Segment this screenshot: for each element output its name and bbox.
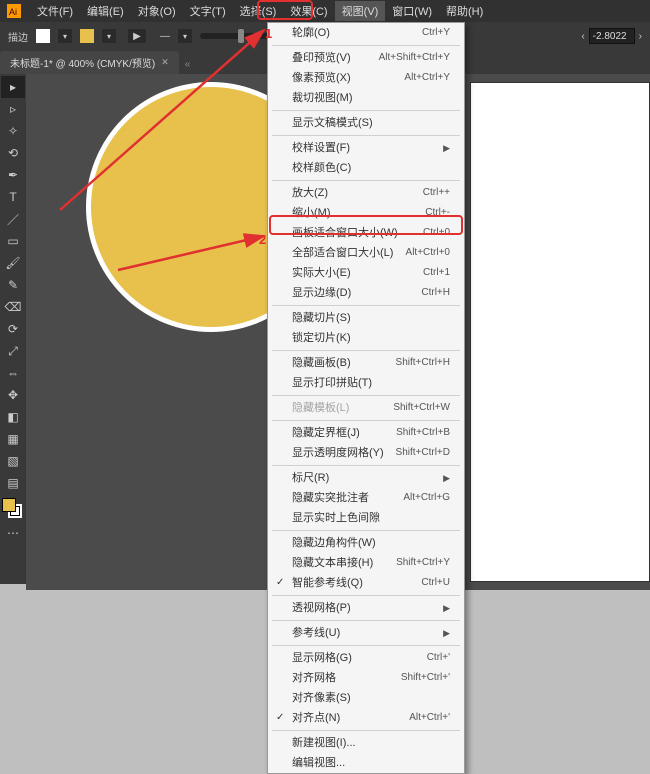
width-tool-icon[interactable]: ⇔ — [1, 362, 25, 384]
menu-item[interactable]: 实际大小(E)Ctrl+1 — [268, 263, 464, 283]
menu-file[interactable]: 文件(F) — [30, 1, 80, 21]
menu-item[interactable]: 画板适合窗口大小(W)Ctrl+0 — [268, 223, 464, 243]
menu-item[interactable]: 新建视图(I)... — [268, 733, 464, 753]
menu-window[interactable]: 窗口(W) — [385, 1, 439, 21]
menu-item[interactable]: 显示边缘(D)Ctrl+H — [268, 283, 464, 303]
menu-edit[interactable]: 编辑(E) — [80, 1, 131, 21]
menu-item[interactable]: 隐藏画板(B)Shift+Ctrl+H — [268, 353, 464, 373]
menu-item[interactable]: 放大(Z)Ctrl++ — [268, 183, 464, 203]
menu-item[interactable]: 校样颜色(C) — [268, 158, 464, 178]
eraser-tool-icon[interactable]: ⌫ — [1, 296, 25, 318]
menu-item[interactable]: 编辑视图... — [268, 753, 464, 773]
menu-item[interactable]: 智能参考线(Q)Ctrl+U — [268, 573, 464, 593]
menu-item[interactable]: 对齐网格Shift+Ctrl+' — [268, 668, 464, 688]
menu-item[interactable]: 缩小(M)Ctrl+- — [268, 203, 464, 223]
play-icon[interactable]: ▶ — [128, 29, 146, 43]
menubar: Ai 文件(F) 编辑(E) 对象(O) 文字(T) 选择(S) 效果(C) 视… — [0, 0, 650, 22]
menu-help[interactable]: 帮助(H) — [439, 1, 490, 21]
tab-close-icon[interactable]: ✕ — [161, 57, 169, 68]
line-tool-icon[interactable]: ／ — [1, 208, 25, 230]
menu-item[interactable]: 标尺(R)▶ — [268, 468, 464, 488]
menu-item[interactable]: 裁切视图(M) — [268, 88, 464, 108]
scale-tool-icon[interactable]: ⤢ — [1, 340, 25, 362]
menu-item[interactable]: 隐藏定界框(J)Shift+Ctrl+B — [268, 423, 464, 443]
fill-dropdown-icon[interactable]: ▾ — [58, 29, 72, 43]
stroke-swatch-icon[interactable] — [80, 29, 94, 43]
magic-wand-tool-icon[interactable]: ✧ — [1, 120, 25, 142]
numeric-field[interactable] — [589, 28, 635, 44]
lasso-tool-icon[interactable]: ⟲ — [1, 142, 25, 164]
dash-dropdown-icon[interactable]: ▾ — [178, 29, 192, 43]
chevron-left-icon[interactable]: ‹ — [581, 31, 584, 42]
menu-select[interactable]: 选择(S) — [233, 1, 284, 21]
annotation-number-2: 2 — [259, 232, 266, 247]
rectangle-tool-icon[interactable]: ▭ — [1, 230, 25, 252]
gradient-tool-icon[interactable]: ▤ — [1, 472, 25, 494]
menu-item[interactable]: 隐藏切片(S) — [268, 308, 464, 328]
toolbox: ▸ ▹ ✧ ⟲ ✒ T ／ ▭ 🖌 ✎ ⌫ ⟳ ⤢ ⇔ ✥ ◧ ▦ ▧ ▤ ⋯ — [0, 74, 26, 584]
free-transform-tool-icon[interactable]: ✥ — [1, 384, 25, 406]
pen-tool-icon[interactable]: ✒ — [1, 164, 25, 186]
menu-object[interactable]: 对象(O) — [131, 1, 183, 21]
stroke-dropdown-icon[interactable]: ▾ — [102, 29, 116, 43]
fill-swatch-icon[interactable] — [36, 29, 50, 43]
menu-item[interactable]: 显示透明度网格(Y)Shift+Ctrl+D — [268, 443, 464, 463]
menu-item[interactable]: 校样设置(F)▶ — [268, 138, 464, 158]
menu-item[interactable]: 轮廓(O)Ctrl+Y — [268, 23, 464, 43]
menu-item[interactable]: 锁定切片(K) — [268, 328, 464, 348]
stroke-label: 描边 — [8, 29, 28, 44]
more-tools-icon[interactable]: ⋯ — [1, 522, 25, 544]
selection-tool-icon[interactable]: ▸ — [1, 76, 25, 98]
menu-item[interactable]: 对齐点(N)Alt+Ctrl+' — [268, 708, 464, 728]
menu-item[interactable]: 对齐像素(S) — [268, 688, 464, 708]
rotate-tool-icon[interactable]: ⟳ — [1, 318, 25, 340]
menu-effect[interactable]: 效果(C) — [283, 1, 334, 21]
type-tool-icon[interactable]: T — [1, 186, 25, 208]
chevron-right-icon[interactable]: › — [639, 31, 642, 42]
shape-builder-tool-icon[interactable]: ◧ — [1, 406, 25, 428]
pencil-tool-icon[interactable]: ✎ — [1, 274, 25, 296]
menu-item[interactable]: 显示打印拼贴(T) — [268, 373, 464, 393]
brush-tool-icon[interactable]: 🖌 — [1, 252, 25, 274]
perspective-tool-icon[interactable]: ▦ — [1, 428, 25, 450]
menu-type[interactable]: 文字(T) — [183, 1, 233, 21]
menu-item[interactable]: 隐藏实突批注者Alt+Ctrl+G — [268, 488, 464, 508]
artboard[interactable] — [470, 82, 650, 582]
annotation-number-1: 1 — [265, 26, 272, 41]
menu-view[interactable]: 视图(V) — [335, 1, 386, 21]
menu-item[interactable]: 隐藏文本串接(H)Shift+Ctrl+Y — [268, 553, 464, 573]
tab-title: 未标题-1* @ 400% (CMYK/预览) — [10, 55, 155, 70]
ai-logo-icon: Ai — [6, 3, 22, 19]
menu-item[interactable]: 隐藏边角构件(W) — [268, 533, 464, 553]
menu-item[interactable]: 全部适合窗口大小(L)Alt+Ctrl+0 — [268, 243, 464, 263]
document-tab[interactable]: 未标题-1* @ 400% (CMYK/预览) ✕ — [0, 51, 179, 74]
menu-item: 隐藏模板(L)Shift+Ctrl+W — [268, 398, 464, 418]
menu-item[interactable]: 显示文稿模式(S) — [268, 113, 464, 133]
menu-item[interactable]: 叠印预览(V)Alt+Shift+Ctrl+Y — [268, 48, 464, 68]
menu-item[interactable]: 参考线(U)▶ — [268, 623, 464, 643]
tab-spacer: « — [179, 55, 197, 74]
menu-item[interactable]: 显示网格(G)Ctrl+' — [268, 648, 464, 668]
svg-text:Ai: Ai — [9, 7, 17, 17]
mesh-tool-icon[interactable]: ▧ — [1, 450, 25, 472]
view-menu-dropdown: 轮廓(O)Ctrl+Y 叠印预览(V)Alt+Shift+Ctrl+Y像素预览(X… — [267, 22, 465, 774]
menu-item[interactable]: 像素预览(X)Alt+Ctrl+Y — [268, 68, 464, 88]
menu-item[interactable]: 透视网格(P)▶ — [268, 598, 464, 618]
menu-item[interactable]: 显示实时上色间隙 — [268, 508, 464, 528]
direct-selection-tool-icon[interactable]: ▹ — [1, 98, 25, 120]
fill-stroke-swatch-icon[interactable] — [2, 498, 24, 522]
